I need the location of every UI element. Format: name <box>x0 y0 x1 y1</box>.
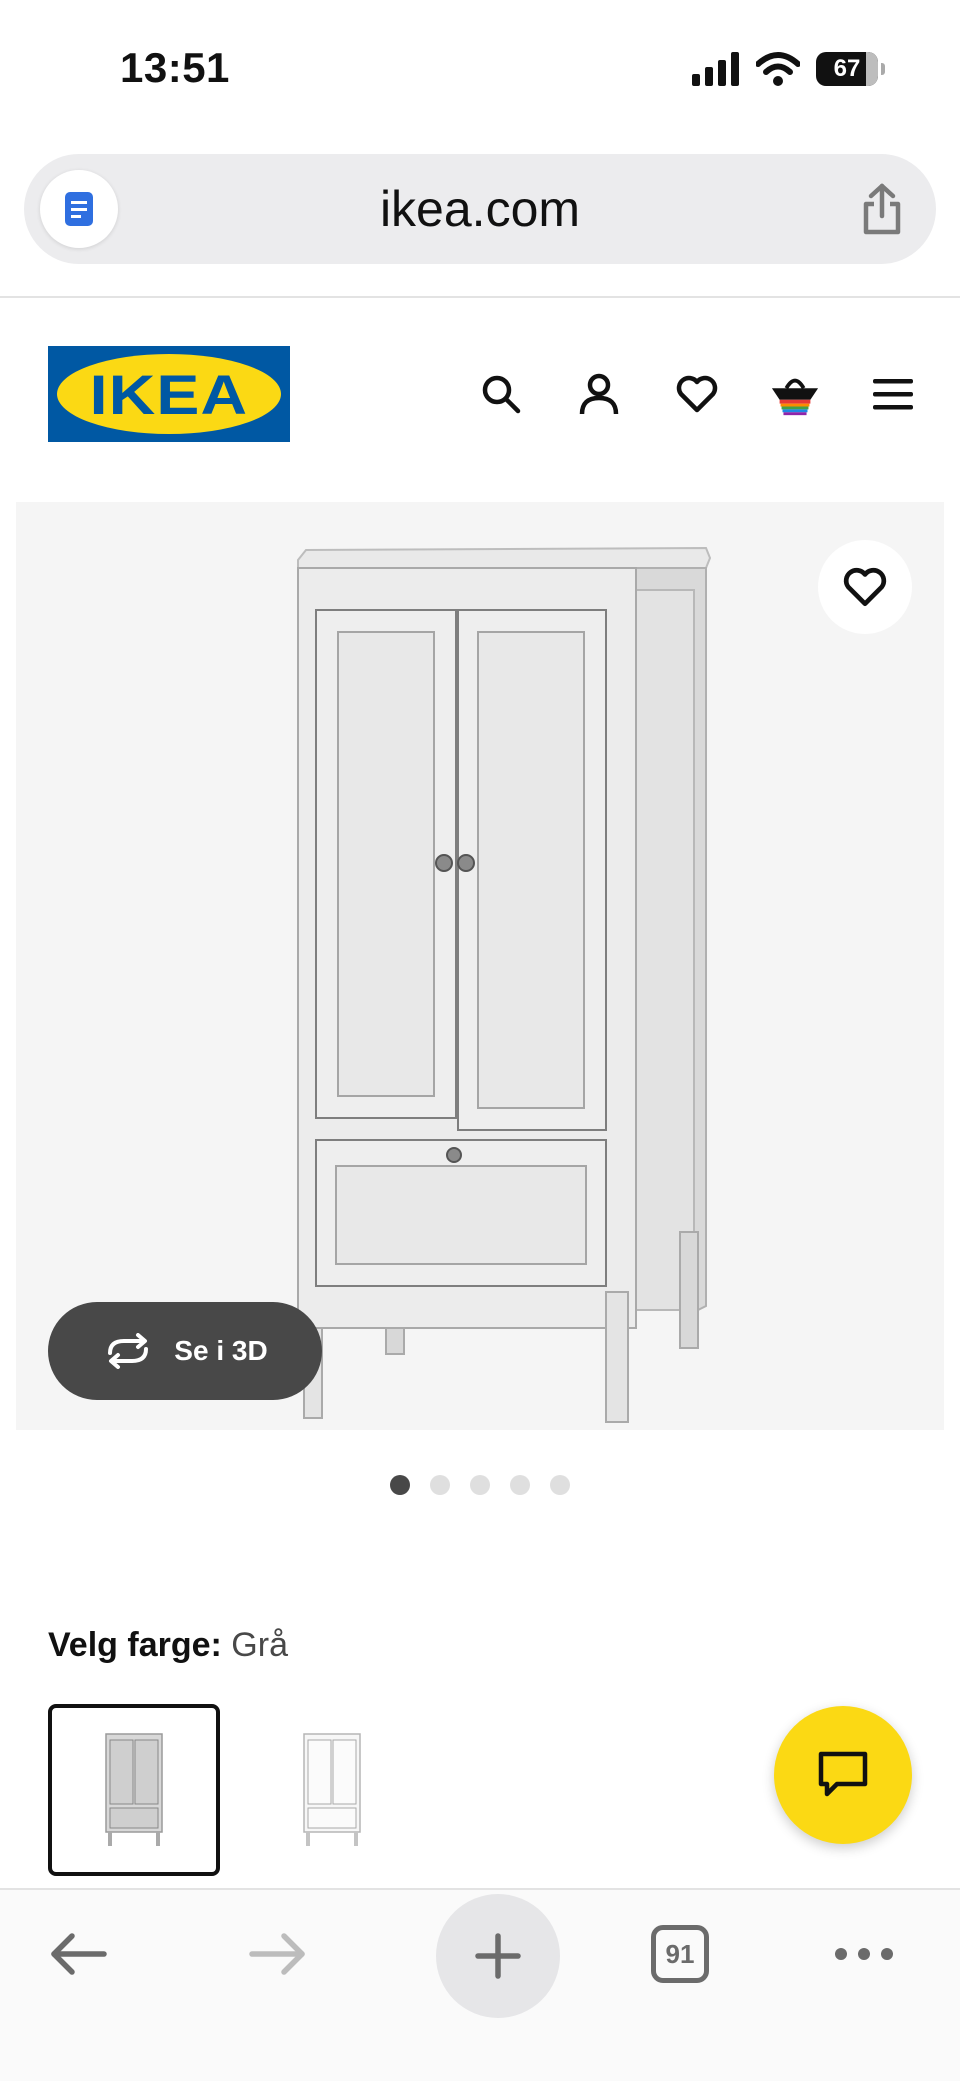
account-icon <box>579 373 619 415</box>
tabs-button[interactable]: 91 <box>636 1910 724 1998</box>
grey-wardrobe-thumbnail <box>105 1733 163 1846</box>
basket-button[interactable] <box>770 364 820 424</box>
image-carousel-dots <box>0 1475 960 1495</box>
color-prompt: Velg farge: <box>48 1626 222 1664</box>
status-icons: 67 <box>692 52 885 86</box>
header-actions <box>476 364 918 424</box>
color-swatches <box>48 1704 418 1876</box>
share-icon <box>863 183 901 235</box>
battery-indicator: 67 <box>816 52 885 86</box>
chat-bubble-icon <box>818 1751 868 1797</box>
logo-text: IKEA <box>89 362 249 426</box>
wardrobe-image <box>297 546 712 1423</box>
tabs-icon: 91 <box>651 1925 709 1983</box>
chat-button[interactable] <box>774 1706 912 1844</box>
swatch-white[interactable] <box>246 1704 418 1876</box>
reader-mode-button[interactable] <box>40 170 118 248</box>
new-tab-button[interactable] <box>436 1894 560 2018</box>
address-bar[interactable]: ikea.com <box>24 154 936 264</box>
forward-arrow-icon <box>249 1933 305 1975</box>
selected-color: Grå <box>231 1626 288 1664</box>
carousel-dot[interactable] <box>470 1475 490 1495</box>
view-in-3d-label: Se i 3D <box>174 1335 268 1366</box>
divider <box>0 296 960 298</box>
cellular-signal-icon <box>692 52 739 86</box>
more-button[interactable] <box>820 1910 908 1998</box>
status-time: 13:51 <box>120 44 230 91</box>
basket-icon <box>771 378 819 416</box>
back-arrow-icon <box>51 1933 107 1975</box>
carousel-dot[interactable] <box>430 1475 450 1495</box>
heart-icon <box>843 567 887 607</box>
favourites-button[interactable] <box>672 364 722 424</box>
url-text[interactable]: ikea.com <box>380 180 580 238</box>
save-to-favourites-button[interactable] <box>818 540 912 634</box>
carousel-dot[interactable] <box>390 1475 410 1495</box>
plus-icon <box>475 1933 521 1979</box>
status-bar: 13:51 67 <box>0 0 960 140</box>
menu-icon <box>873 379 913 410</box>
search-button[interactable] <box>476 364 526 424</box>
carousel-dot[interactable] <box>510 1475 530 1495</box>
product-image[interactable]: Se i 3D <box>16 502 944 1430</box>
wifi-icon <box>756 52 800 86</box>
color-selector-label: Velg farge: Grå <box>48 1626 288 1665</box>
forward-button[interactable] <box>234 1910 322 1998</box>
reader-mode-icon <box>65 192 93 226</box>
share-button[interactable] <box>858 182 906 241</box>
account-button[interactable] <box>574 364 624 424</box>
white-wardrobe-thumbnail <box>303 1733 361 1846</box>
view-in-3d-button[interactable]: Se i 3D <box>48 1302 322 1400</box>
more-icon <box>835 1948 893 1960</box>
search-icon <box>482 375 521 414</box>
rotate-3d-icon <box>108 1333 149 1369</box>
menu-button[interactable] <box>868 364 918 424</box>
battery-level: 67 <box>833 55 861 82</box>
heart-icon <box>676 375 718 413</box>
carousel-dot[interactable] <box>550 1475 570 1495</box>
browser-toolbar: 91 <box>0 1888 960 2081</box>
ikea-logo[interactable]: IKEA <box>48 346 290 442</box>
back-button[interactable] <box>34 1910 122 1998</box>
swatch-grey[interactable] <box>48 1704 220 1876</box>
